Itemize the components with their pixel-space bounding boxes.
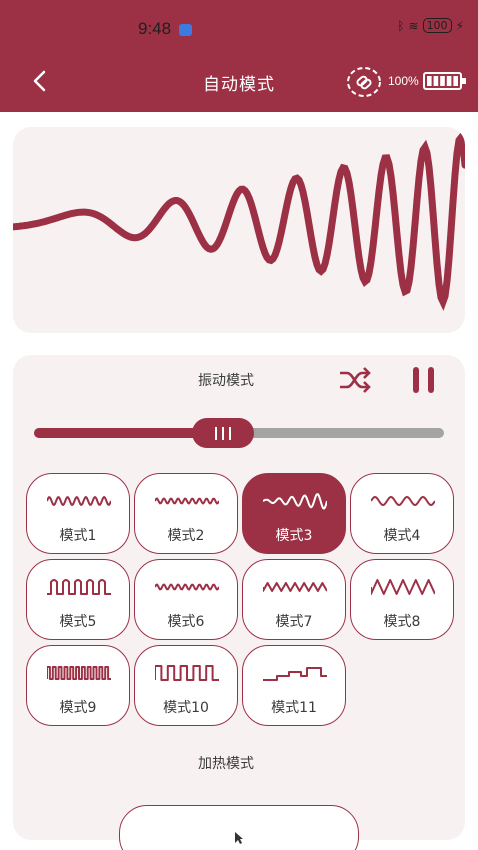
mode-button-9[interactable]: 模式9 <box>26 645 130 726</box>
waveform-line <box>13 129 465 311</box>
slider-thumb[interactable] <box>191 418 254 448</box>
mode-pattern-icon <box>263 582 327 592</box>
mode-pattern-icon <box>47 666 111 680</box>
mode-pattern-icon <box>155 665 219 681</box>
vibration-mode-label: 振动模式 <box>198 373 254 389</box>
mode-label: 模式3 <box>275 528 313 544</box>
waveform-display <box>13 127 465 333</box>
mode-button-6[interactable]: 模式6 <box>134 559 238 640</box>
pause-icon[interactable] <box>410 365 438 395</box>
mode-label: 模式5 <box>59 614 97 630</box>
charging-icon: ⚡ <box>455 18 464 33</box>
mode-button-11[interactable]: 模式11 <box>242 645 346 726</box>
mode-button-7[interactable]: 模式7 <box>242 559 346 640</box>
wifi-icon: ≋ <box>408 18 419 33</box>
mode-button-10[interactable]: 模式10 <box>134 645 238 726</box>
mode-pattern-icon <box>263 493 327 510</box>
app-screen: 9:48 ᛒ ≋ 100 ⚡ 自动模式 100% 振动模式 模式1 模式2 模式… <box>0 0 478 850</box>
mode-label: 模式10 <box>163 700 209 716</box>
mode-label: 模式9 <box>59 700 97 716</box>
mode-pattern-icon <box>155 583 219 591</box>
shuffle-icon[interactable] <box>338 365 372 395</box>
mode-label: 模式7 <box>275 614 313 630</box>
pointer-icon <box>235 832 243 844</box>
status-icons: ᛒ ≋ 100 ⚡ <box>397 18 464 33</box>
status-time: 9:48 <box>138 19 172 38</box>
mode-button-2[interactable]: 模式2 <box>134 473 238 554</box>
battery-percent: 100% <box>388 74 419 88</box>
mode-label: 模式2 <box>167 528 205 544</box>
notification-icon <box>179 24 192 36</box>
header-bar: 9:48 ᛒ ≋ 100 ⚡ 自动模式 100% <box>0 0 478 112</box>
mode-pattern-icon <box>371 579 435 595</box>
control-panel: 振动模式 模式1 模式2 模式3 模式4 模式5 模式6 模式7 模式8 模式9 模式10 模式11… <box>13 355 465 850</box>
mode-button-8[interactable]: 模式8 <box>350 559 454 640</box>
mode-pattern-icon <box>47 496 111 506</box>
mode-pattern-icon <box>263 667 327 681</box>
mode-pattern-icon <box>371 496 435 506</box>
mode-button-5[interactable]: 模式5 <box>26 559 130 640</box>
mode-label: 模式6 <box>167 614 205 630</box>
mode-label: 模式1 <box>59 528 97 544</box>
mode-pattern-icon <box>47 579 111 595</box>
battery-icon <box>423 72 466 90</box>
mode-pattern-icon <box>155 497 219 505</box>
mode-button-3[interactable]: 模式3 <box>242 473 346 554</box>
waveform-graph <box>13 129 465 311</box>
mode-label: 模式4 <box>383 528 421 544</box>
link-icon[interactable] <box>346 66 382 98</box>
mode-label: 模式8 <box>383 614 421 630</box>
mode-button-1[interactable]: 模式1 <box>26 473 130 554</box>
status-battery: 100 <box>422 18 452 33</box>
heating-mode-label: 加热模式 <box>198 756 254 772</box>
mode-label: 模式11 <box>271 700 317 716</box>
intensity-slider[interactable] <box>34 418 444 448</box>
bluetooth-icon: ᛒ <box>397 18 405 33</box>
mode-button-4[interactable]: 模式4 <box>350 473 454 554</box>
